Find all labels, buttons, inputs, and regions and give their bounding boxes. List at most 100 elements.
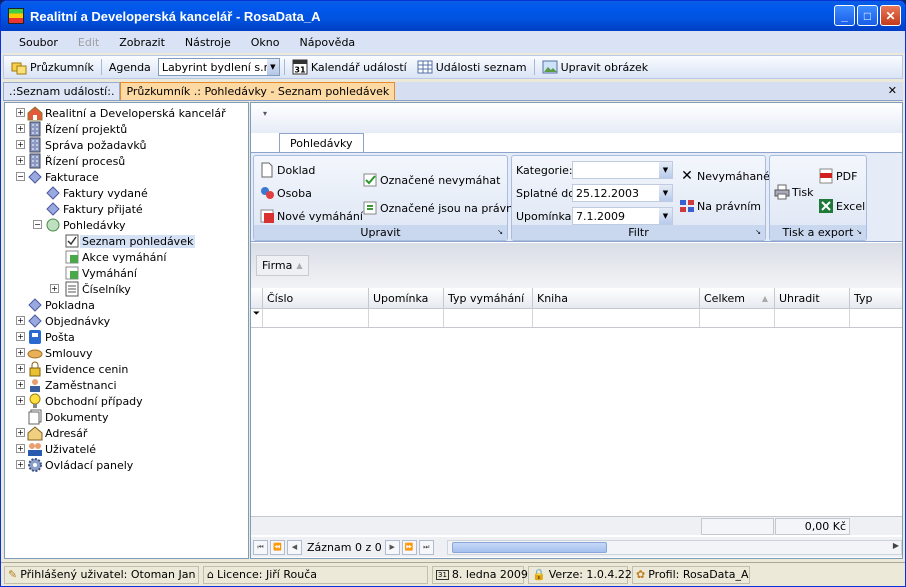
tree-item[interactable]: Zaměstnanci xyxy=(27,377,119,393)
filter-cell-celkem[interactable] xyxy=(700,309,775,327)
ribbon-tab-pohledavky[interactable]: Pohledávky xyxy=(279,133,364,153)
menu-nastroje[interactable]: Nástroje xyxy=(175,36,241,49)
legal-filter-button[interactable]: Na právním xyxy=(679,198,761,214)
filter-cell-upominka[interactable] xyxy=(369,309,444,327)
close-button[interactable]: ✕ xyxy=(880,5,901,26)
expand-icon[interactable]: + xyxy=(16,460,25,469)
reminder-date-field[interactable]: 7.1.2009 ▼ xyxy=(572,207,673,225)
menu-edit[interactable]: Edit xyxy=(68,36,109,49)
expand-icon[interactable]: + xyxy=(16,428,25,437)
column-uhradit[interactable]: Uhradit xyxy=(775,288,850,308)
tree-item[interactable]: Dokumenty xyxy=(27,409,110,425)
expand-icon[interactable]: + xyxy=(16,316,25,325)
chevron-down-icon[interactable]: ▼ xyxy=(266,59,279,75)
first-record-icon[interactable]: ⏮ xyxy=(253,539,268,555)
doklad-button[interactable]: Doklad xyxy=(259,162,315,178)
calendar-button[interactable]: 31 Kalendář událostí xyxy=(289,59,410,75)
agenda-select[interactable]: Labyrint bydlení s.r.o ▼ xyxy=(157,58,280,76)
tree-item[interactable]: Seznam pohledávek xyxy=(64,233,196,249)
next-record-icon[interactable]: ▶ xyxy=(384,539,400,555)
tree-item[interactable]: Řízení procesů xyxy=(27,153,127,169)
menu-napoveda[interactable]: Nápověda xyxy=(289,36,365,49)
events-list-button[interactable]: Události seznam xyxy=(414,59,530,75)
explorer-button[interactable]: Průzkumník xyxy=(8,59,97,75)
tab-receivables-list[interactable]: Průzkumník .: Pohledávky - Seznam pohled… xyxy=(120,82,396,100)
tree-item[interactable]: Faktury vydané xyxy=(45,185,150,201)
title-bar[interactable]: Realitní a Developerská kancelář - RosaD… xyxy=(1,1,905,31)
maximize-button[interactable]: □ xyxy=(857,5,878,26)
last-record-icon[interactable]: ⏭ xyxy=(418,539,434,555)
mark-not-enforce-button[interactable]: Označené nevymáhat xyxy=(362,172,500,188)
chevron-down-icon[interactable]: ▼ xyxy=(659,185,672,201)
tree-item[interactable]: Objednávky xyxy=(27,313,112,329)
column-celkem[interactable]: Celkem ▲ xyxy=(700,288,775,308)
tree-item[interactable]: Pošta xyxy=(27,329,77,345)
filter-cell-typ[interactable] xyxy=(850,309,902,327)
expand-icon[interactable]: + xyxy=(16,364,25,373)
scrollbar-thumb[interactable] xyxy=(452,542,607,553)
tree-item[interactable]: Vymáhání xyxy=(64,265,139,281)
category-select[interactable]: ▼ xyxy=(572,161,673,179)
tree-item[interactable]: Správa požadavků xyxy=(27,137,148,153)
group-chip-firma[interactable]: Firma ▲ xyxy=(256,255,309,276)
expand-icon[interactable]: + xyxy=(16,332,25,341)
expand-icon[interactable]: + xyxy=(16,140,25,149)
tree-item[interactable]: Pokladna xyxy=(27,297,97,313)
tree-item[interactable]: Číselníky xyxy=(64,281,133,297)
collapse-icon[interactable]: − xyxy=(33,220,42,229)
tab-events-list[interactable]: .:Seznam událostí:. xyxy=(3,82,121,100)
horizontal-scrollbar[interactable]: ▶ xyxy=(447,540,902,555)
expand-icon[interactable]: + xyxy=(50,284,59,293)
tree-item[interactable]: Realitní a Developerská kancelář xyxy=(27,105,228,121)
expand-icon[interactable]: + xyxy=(16,396,25,405)
filter-cell-typ-vymahani[interactable] xyxy=(444,309,533,327)
print-button[interactable]: Tisk xyxy=(774,184,814,200)
osoba-button[interactable]: Osoba xyxy=(259,185,312,201)
tree-item[interactable]: Evidence cenin xyxy=(27,361,130,377)
menu-soubor[interactable]: Soubor xyxy=(9,36,68,49)
chevron-down-icon[interactable]: ▼ xyxy=(659,162,672,178)
filter-cell-kniha[interactable] xyxy=(533,309,700,327)
collapse-icon[interactable]: − xyxy=(16,172,25,181)
tree-item[interactable]: Akce vymáhání xyxy=(64,249,168,265)
edit-image-button[interactable]: Upravit obrázek xyxy=(539,59,652,75)
quick-access-dropdown-icon[interactable]: ▾ xyxy=(263,109,267,118)
dialog-launcher-icon[interactable]: ↘ xyxy=(755,225,761,240)
due-date-field[interactable]: 25.12.2003 ▼ xyxy=(572,184,673,202)
excel-button[interactable]: Excel xyxy=(818,198,865,214)
tree-item[interactable]: Adresář xyxy=(27,425,89,441)
filter-cell-cislo[interactable] xyxy=(263,309,369,327)
expand-icon[interactable]: + xyxy=(16,156,25,165)
tree-item[interactable]: Ovládací panely xyxy=(27,457,135,473)
tree-item[interactable]: Řízení projektů xyxy=(27,121,129,137)
scroll-right-icon[interactable]: ▶ xyxy=(893,541,899,550)
chevron-down-icon[interactable]: ▼ xyxy=(659,208,672,224)
menu-okno[interactable]: Okno xyxy=(241,36,290,49)
new-enforcement-button[interactable]: Nové vymáhání xyxy=(259,208,363,224)
column-upominka[interactable]: Upomínka xyxy=(369,288,444,308)
expand-icon[interactable]: + xyxy=(16,348,25,357)
column-kniha[interactable]: Kniha xyxy=(533,288,700,308)
menu-zobrazit[interactable]: Zobrazit xyxy=(109,36,175,49)
prev-record-icon[interactable]: ◀ xyxy=(287,539,302,555)
tree-item[interactable]: Fakturace xyxy=(27,169,101,185)
pdf-button[interactable]: PDF xyxy=(818,168,857,184)
filter-cell-uhradit[interactable] xyxy=(775,309,850,327)
tree-item[interactable]: Uživatelé xyxy=(27,441,98,457)
expand-icon[interactable]: + xyxy=(16,108,25,117)
not-enforced-button[interactable]: ✕ Nevymáhané xyxy=(679,168,770,184)
column-typ-vymahani[interactable]: Typ vymáhání xyxy=(444,288,533,308)
column-cislo[interactable]: Číslo xyxy=(263,288,369,308)
close-tab-icon[interactable]: ✕ xyxy=(888,84,897,97)
dialog-launcher-icon[interactable]: ↘ xyxy=(497,225,503,240)
next-page-icon[interactable]: ⏩ xyxy=(401,539,417,555)
mark-legal-button[interactable]: Označené jsou na právním xyxy=(362,200,527,216)
column-typ[interactable]: Typ xyxy=(850,288,902,308)
tree-item[interactable]: Pohledávky xyxy=(45,217,128,233)
minimize-button[interactable]: _ xyxy=(834,5,855,26)
expand-icon[interactable]: + xyxy=(16,380,25,389)
expand-icon[interactable]: + xyxy=(16,124,25,133)
expand-icon[interactable]: + xyxy=(16,444,25,453)
tree-item[interactable]: Faktury přijaté xyxy=(45,201,145,217)
dialog-launcher-icon[interactable]: ↘ xyxy=(856,225,862,240)
